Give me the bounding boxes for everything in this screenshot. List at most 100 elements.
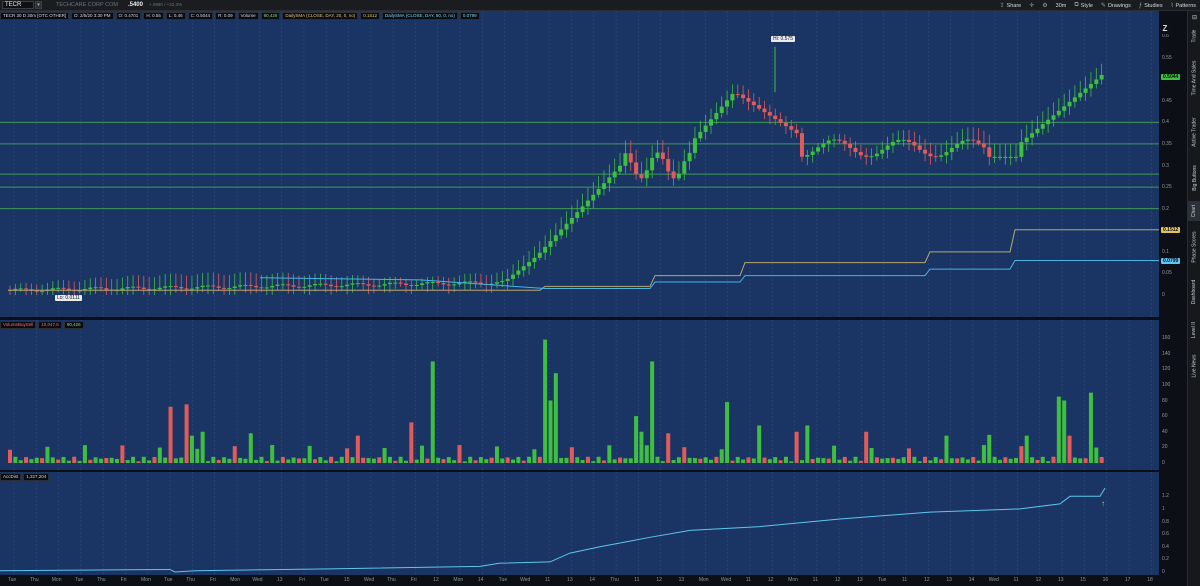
- candle-body: [853, 147, 858, 153]
- sidebar-tab-active-trader[interactable]: Active Trader: [1188, 109, 1200, 155]
- accdist-label: AccDist: [0, 473, 22, 481]
- price-axis[interactable]: 0.60.550.50.450.40.350.30.250.20.150.10.…: [1159, 11, 1187, 317]
- volume-label: Volume: [237, 12, 259, 20]
- candle-body: [50, 288, 55, 290]
- time-axis-label: 15: [343, 577, 350, 583]
- studies-button[interactable]: ƒ Studies: [1139, 3, 1163, 9]
- candle-body: [500, 280, 505, 283]
- sidebar-tab-level-ii[interactable]: Level II: [1188, 317, 1200, 343]
- sma50-line[interactable]: [259, 260, 1159, 290]
- symbol-input[interactable]: TECR: [2, 1, 34, 9]
- price-axis-tick: 0.45: [1162, 97, 1172, 104]
- candle-body: [987, 147, 992, 157]
- accdist-line[interactable]: [0, 487, 1106, 573]
- sidebar-tab-chart[interactable]: Chart: [1188, 201, 1200, 221]
- volume-panel[interactable]: VolumeBuySell 10,047.6 90,426: [0, 320, 1159, 470]
- candle-body: [783, 122, 788, 127]
- price-axis-tick: 0.55: [1162, 54, 1172, 61]
- patterns-button[interactable]: ⌇ Patterns: [1171, 2, 1196, 10]
- symbol-dropdown-icon[interactable]: ▾: [35, 1, 42, 9]
- time-axis-label: 14: [477, 577, 484, 583]
- volume-bar: [29, 459, 34, 463]
- share-button[interactable]: ⇪ Share: [1000, 2, 1022, 10]
- timeframe-button[interactable]: 30m: [1056, 3, 1067, 9]
- candle-body: [1099, 75, 1104, 80]
- candle-body: [858, 152, 863, 156]
- volume-bar: [1008, 458, 1013, 463]
- accdist-axis[interactable]: 1.210.80.60.40.20<millions>: [1159, 472, 1193, 575]
- candle-body: [296, 286, 301, 288]
- time-axis-label: Mon: [698, 577, 709, 583]
- time-axis-label: 11: [634, 577, 640, 583]
- accdist-axis-tick: 0.8: [1162, 518, 1169, 525]
- volume-bar: [596, 456, 601, 463]
- accdist-panel[interactable]: ↑ AccDist 1,327,204: [0, 472, 1159, 575]
- candle-body: [222, 287, 227, 289]
- volume-bar: [896, 459, 901, 463]
- sma20-line[interactable]: [8, 229, 1159, 291]
- candle-body: [725, 100, 730, 107]
- volume-bar: [216, 459, 221, 463]
- sidebar-tab-label: Chart: [1191, 204, 1198, 218]
- time-axis-label: Wed: [720, 577, 732, 583]
- price-panel[interactable]: TECR 30 D 30m [OTC OTHER] D: 2/5/20 3:30…: [0, 11, 1159, 317]
- sidebar-tab-dashboard[interactable]: Dashboard: [1188, 273, 1200, 311]
- candle-body: [446, 284, 451, 286]
- time-axis-label: 11: [901, 577, 908, 583]
- volume-axis[interactable]: 160140120100806040200<thousands>: [1159, 320, 1198, 470]
- volume-bar: [532, 449, 537, 463]
- volume-bar: [725, 402, 730, 463]
- volume-bar: [601, 460, 606, 463]
- drawings-button[interactable]: ✎ Drawings: [1101, 2, 1131, 10]
- candle-body: [1062, 106, 1067, 111]
- volume-axis-tick: 80: [1162, 397, 1168, 404]
- candle-body: [248, 284, 253, 286]
- candle-body: [1056, 110, 1061, 116]
- volume-bar: [313, 459, 318, 463]
- candle-body: [1040, 124, 1045, 129]
- candle-body: [730, 94, 735, 101]
- time-axis-label: 14: [968, 577, 975, 583]
- volume-bar: [366, 458, 371, 463]
- volume-bar: [757, 425, 762, 463]
- candle-body: [136, 286, 141, 288]
- volume-bar: [655, 456, 660, 463]
- candle-body: [628, 153, 633, 163]
- settings-button[interactable]: ⚙: [1042, 2, 1047, 9]
- style-button[interactable]: ⧉ Style: [1074, 2, 1093, 9]
- candle-body: [403, 283, 408, 286]
- candle-body: [767, 112, 772, 116]
- candle-body: [569, 217, 574, 224]
- candle-body: [329, 284, 334, 287]
- volume-bar: [1024, 435, 1029, 463]
- sidebar-tab-label: Trade: [1191, 29, 1198, 43]
- volume-bar: [890, 457, 895, 463]
- candle-body: [639, 174, 644, 179]
- time-axis[interactable]: Tue Thu Mon Tue Thu Fri Mon Tue Thu Fri Mon Wed 13 Fr…: [0, 575, 1159, 586]
- volume-bar: [644, 445, 649, 463]
- sidebar-tab-big-buttons[interactable]: Big Buttons: [1188, 161, 1200, 195]
- sidebar-tab-time-and-sales[interactable]: Time And Sales: [1188, 53, 1200, 103]
- accdist-axis-tick: 0.6: [1162, 531, 1169, 538]
- price-axis-tick: 0.1: [1162, 248, 1169, 255]
- sidebar-tab-live-news[interactable]: Live News: [1188, 349, 1200, 383]
- sidebar-tab-phase-scores[interactable]: Phase Scores: [1188, 227, 1200, 267]
- chart-area[interactable]: TECR 30 D 30m [OTC OTHER] D: 2/5/20 3:30…: [0, 11, 1198, 586]
- layout-icon[interactable]: ⊟: [1190, 15, 1199, 21]
- candle-body: [323, 283, 328, 285]
- crosshair-button[interactable]: ✛: [1029, 2, 1034, 9]
- volume-bar: [1094, 447, 1099, 463]
- accdist-value: 1,327,204: [23, 473, 50, 481]
- candle-body: [997, 156, 1002, 158]
- expand-icon[interactable]: Z: [1159, 24, 1171, 34]
- sidebar-tab-trade[interactable]: Trade: [1188, 25, 1200, 47]
- candle-body: [687, 152, 692, 162]
- volume-bar: [612, 459, 617, 463]
- volume-bar: [50, 457, 55, 463]
- candle-body: [93, 287, 98, 289]
- last-price-tag: 0.5044: [1161, 74, 1181, 81]
- candle-body: [371, 285, 376, 287]
- volume-bar: [719, 449, 724, 463]
- candle-body: [56, 287, 61, 289]
- volume-chart-svg: [8, 320, 1152, 470]
